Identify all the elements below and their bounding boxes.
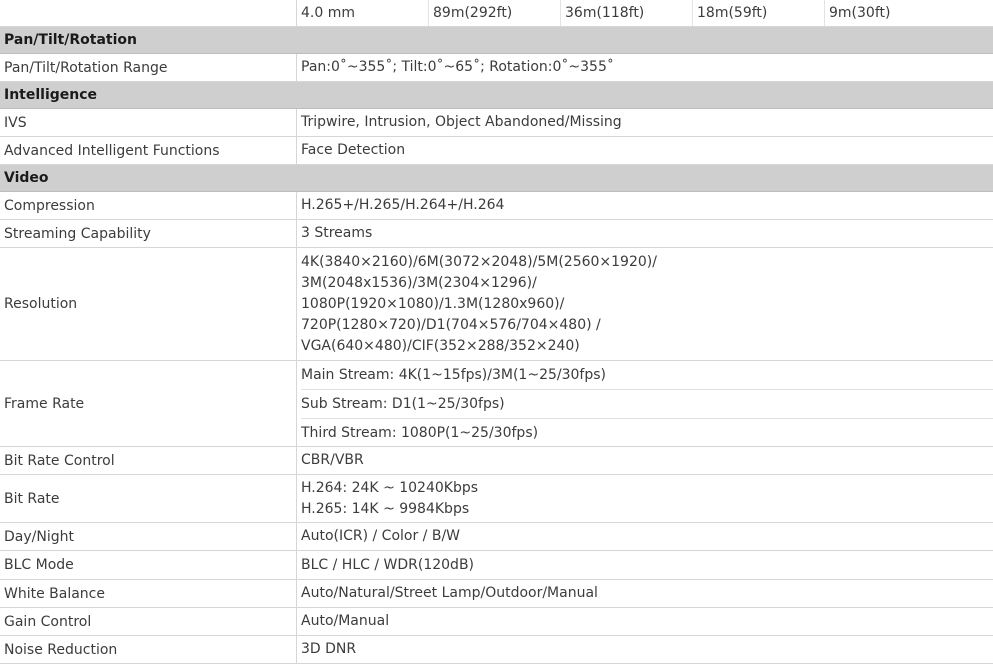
spec-row-resolution: Resolution 4K(3840×2160)/6M(3072×2048)/5… bbox=[0, 248, 993, 361]
spec-value: Pan:0˚~355˚; Tilt:0˚~65˚; Rotation:0˚~35… bbox=[301, 59, 614, 75]
spec-row-noise-reduction: Noise Reduction 3D DNR bbox=[0, 636, 993, 664]
spec-label: Frame Rate bbox=[0, 361, 297, 446]
spec-value: H.264: 24K ~ 10240Kbps H.265: 14K ~ 9984… bbox=[297, 475, 993, 522]
section-header-ptz: Pan/Tilt/Rotation bbox=[0, 27, 993, 54]
resolution-line: VGA(640×480)/CIF(352×288/352×240) bbox=[301, 337, 580, 354]
resolution-line: 720P(1280×720)/D1(704×576/704×480) / bbox=[301, 316, 601, 333]
lens-focal-length: 4.0 mm bbox=[297, 0, 429, 26]
section-header-intelligence: Intelligence bbox=[0, 82, 993, 109]
recognize-distance: 18m(59ft) bbox=[693, 0, 825, 26]
observe-distance: 36m(118ft) bbox=[561, 0, 693, 26]
spec-row-gain-control: Gain Control Auto/Manual bbox=[0, 608, 993, 636]
spec-value: CBR/VBR bbox=[301, 452, 364, 468]
spec-label: Streaming Capability bbox=[0, 220, 297, 247]
spec-label: BLC Mode bbox=[0, 551, 297, 579]
lens-distance-row: 4.0 mm 89m(292ft) 36m(118ft) 18m(59ft) 9… bbox=[0, 0, 993, 27]
resolution-line: 3M(2048x1536)/3M(2304×1296)/ bbox=[301, 274, 537, 291]
spec-label: Bit Rate bbox=[0, 475, 297, 522]
lens-row-label-cell bbox=[0, 0, 297, 26]
spec-row-compression: Compression H.265+/H.265/H.264+/H.264 bbox=[0, 192, 993, 220]
spec-value: Auto/Natural/Street Lamp/Outdoor/Manual bbox=[301, 585, 598, 601]
spec-row-blc: BLC Mode BLC / HLC / WDR(120dB) bbox=[0, 551, 993, 580]
section-header-video: Video bbox=[0, 165, 993, 192]
bitrate-h264: H.264: 24K ~ 10240Kbps bbox=[301, 479, 479, 496]
frame-rate-sub: Sub Stream: D1(1~25/30fps) bbox=[301, 389, 993, 418]
bitrate-h265: H.265: 14K ~ 9984Kbps bbox=[301, 500, 470, 517]
spec-row-ivs: IVS Tripwire, Intrusion, Object Abandone… bbox=[0, 109, 993, 137]
spec-label: Pan/Tilt/Rotation Range bbox=[0, 54, 297, 81]
spec-value: H.265+/H.265/H.264+/H.264 bbox=[301, 197, 505, 213]
spec-label: Bit Rate Control bbox=[0, 447, 297, 474]
spec-value: Auto(ICR) / Color / B/W bbox=[301, 528, 461, 544]
spec-value: BLC / HLC / WDR(120dB) bbox=[301, 556, 475, 573]
spec-value: Tripwire, Intrusion, Object Abandoned/Mi… bbox=[301, 114, 622, 130]
identify-distance: 9m(30ft) bbox=[829, 5, 891, 21]
spec-row-bitrate: Bit Rate H.264: 24K ~ 10240Kbps H.265: 1… bbox=[0, 475, 993, 523]
spec-value: 3D DNR bbox=[301, 641, 357, 657]
resolution-line: 1080P(1920×1080)/1.3M(1280x960)/ bbox=[301, 295, 565, 312]
spec-table: 4.0 mm 89m(292ft) 36m(118ft) 18m(59ft) 9… bbox=[0, 0, 993, 664]
spec-label: Noise Reduction bbox=[0, 636, 297, 663]
spec-row-ptz-range: Pan/Tilt/Rotation Range Pan:0˚~355˚; Til… bbox=[0, 54, 993, 82]
resolution-line: 4K(3840×2160)/6M(3072×2048)/5M(2560×1920… bbox=[301, 253, 657, 270]
spec-row-bitrate-control: Bit Rate Control CBR/VBR bbox=[0, 447, 993, 475]
spec-label: Compression bbox=[0, 192, 297, 219]
spec-row-frame-rate: Frame Rate Main Stream: 4K(1~15fps)/3M(1… bbox=[0, 361, 993, 447]
detect-distance: 89m(292ft) bbox=[429, 0, 561, 26]
spec-label: Advanced Intelligent Functions bbox=[0, 137, 297, 164]
spec-value: 4K(3840×2160)/6M(3072×2048)/5M(2560×1920… bbox=[297, 248, 993, 360]
spec-label: Gain Control bbox=[0, 608, 297, 635]
spec-label: Resolution bbox=[0, 248, 297, 360]
spec-value: Main Stream: 4K(1~15fps)/3M(1~25/30fps) … bbox=[297, 361, 993, 446]
spec-label: White Balance bbox=[0, 580, 297, 607]
spec-value: Auto/Manual bbox=[301, 613, 390, 629]
spec-row-day-night: Day/Night Auto(ICR) / Color / B/W bbox=[0, 523, 993, 551]
spec-row-advanced-intelligent: Advanced Intelligent Functions Face Dete… bbox=[0, 137, 993, 165]
spec-label: Day/Night bbox=[0, 523, 297, 550]
spec-row-streaming: Streaming Capability 3 Streams bbox=[0, 220, 993, 248]
frame-rate-third: Third Stream: 1080P(1~25/30fps) bbox=[301, 418, 993, 447]
spec-value: 3 Streams bbox=[301, 225, 373, 241]
spec-value: Face Detection bbox=[301, 142, 406, 158]
spec-label: IVS bbox=[0, 109, 297, 136]
frame-rate-main: Main Stream: 4K(1~15fps)/3M(1~25/30fps) bbox=[301, 367, 606, 383]
spec-row-white-balance: White Balance Auto/Natural/Street Lamp/O… bbox=[0, 580, 993, 608]
